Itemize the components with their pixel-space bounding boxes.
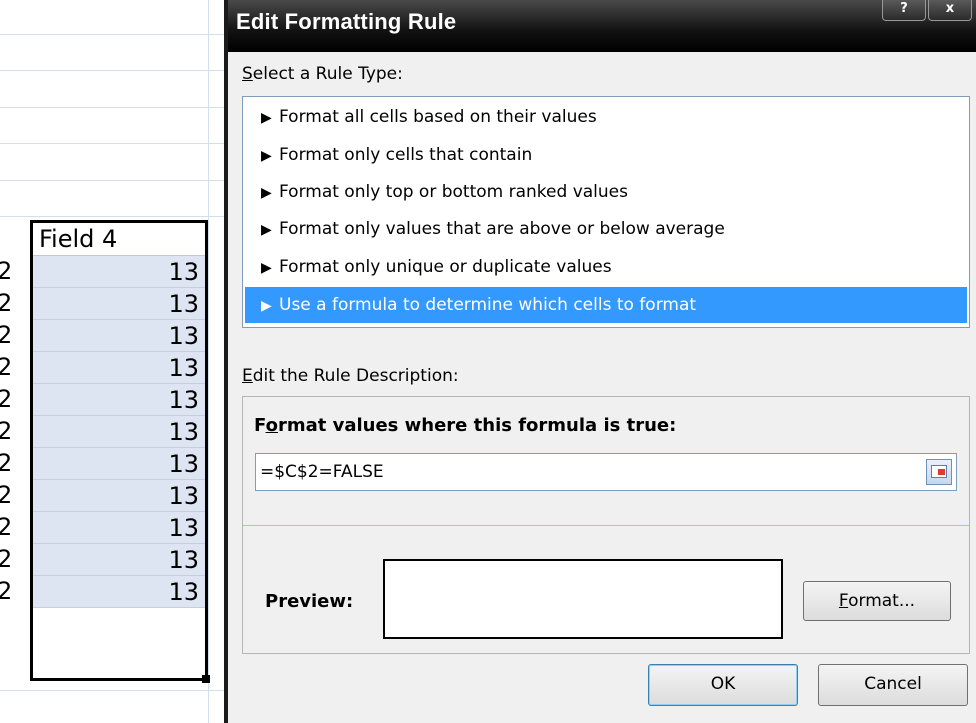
spreadsheet-area: 2 2 2 2 2 2 2 2 2 2 2 Field 4 13 13 13 1… <box>0 0 230 723</box>
cell[interactable]: 13 <box>33 544 205 576</box>
button-label: Cancel <box>864 674 922 694</box>
cell[interactable]: 2 <box>0 352 17 382</box>
rule-type-label: Select a Rule Type: <box>242 64 403 84</box>
rule-type-text: Format only unique or duplicate values <box>279 257 612 277</box>
rule-type-item-selected[interactable]: ▶ Use a formula to determine which cells … <box>245 287 967 323</box>
cell[interactable]: 2 <box>0 576 17 606</box>
grid-line <box>208 0 209 723</box>
cell[interactable]: 2 <box>0 544 17 574</box>
grid-line <box>0 107 230 108</box>
ok-button[interactable]: OK <box>648 664 798 706</box>
triangle-right-icon: ▶ <box>261 110 272 126</box>
label-text: elect a Rule Type: <box>252 64 403 84</box>
selected-range[interactable]: Field 4 13 13 13 13 13 13 13 13 13 13 13 <box>30 220 208 681</box>
triangle-right-icon: ▶ <box>261 185 272 201</box>
close-button[interactable]: x <box>928 0 972 21</box>
formula-text: =$C$2=FALSE <box>260 462 384 482</box>
button-label: ormat... <box>848 591 916 611</box>
grid-line <box>0 216 230 217</box>
fill-handle[interactable] <box>202 675 210 683</box>
title-buttons: ? x <box>880 0 972 22</box>
cell[interactable]: 13 <box>33 416 205 448</box>
rule-type-item[interactable]: ▶ Format only top or bottom ranked values <box>245 174 967 210</box>
dialog-title: Edit Formatting Rule <box>236 9 457 34</box>
divider <box>243 525 969 526</box>
accelerator-key: S <box>242 64 253 84</box>
rule-type-item[interactable]: ▶ Format only unique or duplicate values <box>245 249 967 285</box>
label-text: rmat values where this formula is true: <box>277 415 677 436</box>
cell[interactable]: 2 <box>0 288 17 318</box>
cell[interactable]: 13 <box>33 384 205 416</box>
formula-input[interactable]: =$C$2=FALSE <box>255 453 957 491</box>
cell[interactable]: 2 <box>0 320 17 350</box>
triangle-right-icon: ▶ <box>261 148 272 164</box>
button-label: OK <box>710 674 736 694</box>
rule-type-text: Use a formula to determine which cells t… <box>279 295 697 315</box>
cell[interactable]: 13 <box>33 512 205 544</box>
formula-label: Format values where this formula is true… <box>254 415 676 436</box>
range-select-icon <box>931 465 947 478</box>
grid-line <box>0 34 230 35</box>
triangle-right-icon: ▶ <box>261 222 272 238</box>
cell[interactable]: 2 <box>0 480 17 510</box>
grid-line <box>0 143 230 144</box>
cell[interactable]: 13 <box>33 256 205 288</box>
rule-description-panel: Format values where this formula is true… <box>242 396 970 654</box>
rule-type-text: Format only top or bottom ranked values <box>279 182 628 202</box>
rule-description-label: Edit the Rule Description: <box>242 366 459 386</box>
cell[interactable]: 2 <box>0 512 17 542</box>
preview-label: Preview: <box>265 591 354 612</box>
cell[interactable]: 13 <box>33 288 205 320</box>
grid-line <box>0 180 230 181</box>
cancel-button[interactable]: Cancel <box>818 664 968 706</box>
edit-formatting-rule-dialog: Edit Formatting Rule ? x Select a Rule T… <box>224 0 976 723</box>
cell[interactable]: 13 <box>33 576 205 608</box>
cell[interactable]: 2 <box>0 448 17 478</box>
rule-type-item[interactable]: ▶ Format all cells based on their values <box>245 99 967 135</box>
preview-box <box>383 559 783 639</box>
rule-type-item[interactable]: ▶ Format only values that are above or be… <box>245 211 967 247</box>
format-button[interactable]: Format... <box>803 581 951 621</box>
cell[interactable]: 13 <box>33 320 205 352</box>
grid-line <box>0 70 230 71</box>
label-text: dit the Rule Description: <box>252 366 459 386</box>
help-button[interactable]: ? <box>882 0 926 21</box>
rule-type-text: Format all cells based on their values <box>279 107 597 127</box>
column-header-cell[interactable]: Field 4 <box>33 223 205 256</box>
cell[interactable]: 2 <box>0 256 17 286</box>
rule-type-text: Format only cells that contain <box>279 145 533 165</box>
triangle-right-icon: ▶ <box>261 260 272 276</box>
left-column: 2 2 2 2 2 2 2 2 2 2 2 <box>0 0 30 723</box>
rule-type-list[interactable]: ▶ Format all cells based on their values … <box>242 96 970 328</box>
cell[interactable]: 13 <box>33 352 205 384</box>
triangle-right-icon: ▶ <box>261 298 272 314</box>
title-bar[interactable]: Edit Formatting Rule ? x <box>228 0 976 52</box>
rule-type-text: Format only values that are above or bel… <box>279 219 725 239</box>
cell[interactable]: 13 <box>33 480 205 512</box>
accelerator-key: F <box>838 591 849 611</box>
label-text: F <box>254 415 266 436</box>
accelerator-key: E <box>242 366 253 386</box>
collapse-dialog-button[interactable] <box>926 459 952 485</box>
cell[interactable]: 2 <box>0 384 17 414</box>
grid-line <box>0 690 230 691</box>
rule-type-item[interactable]: ▶ Format only cells that contain <box>245 137 967 173</box>
cell[interactable]: 2 <box>0 416 17 446</box>
accelerator-key: o <box>265 415 278 436</box>
cell[interactable]: 13 <box>33 448 205 480</box>
